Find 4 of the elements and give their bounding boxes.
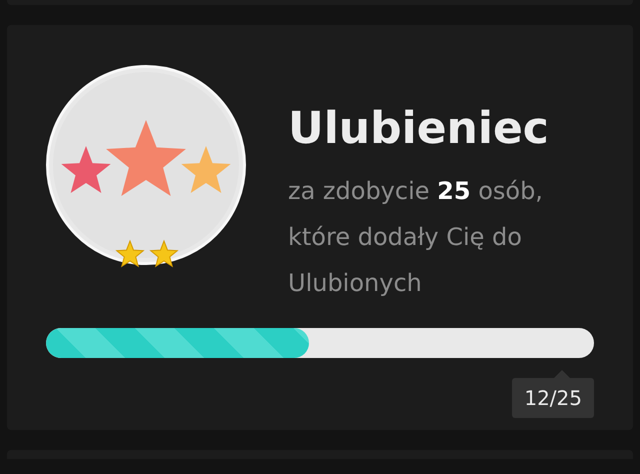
progress-tooltip: 12/25 <box>512 378 594 418</box>
two-stars-icon <box>115 239 179 269</box>
achievement-description: za zdobycie 25 osób, które dodały Cię do Ulubionych <box>288 176 544 299</box>
achievement-title: Ulubieniec <box>288 103 550 156</box>
